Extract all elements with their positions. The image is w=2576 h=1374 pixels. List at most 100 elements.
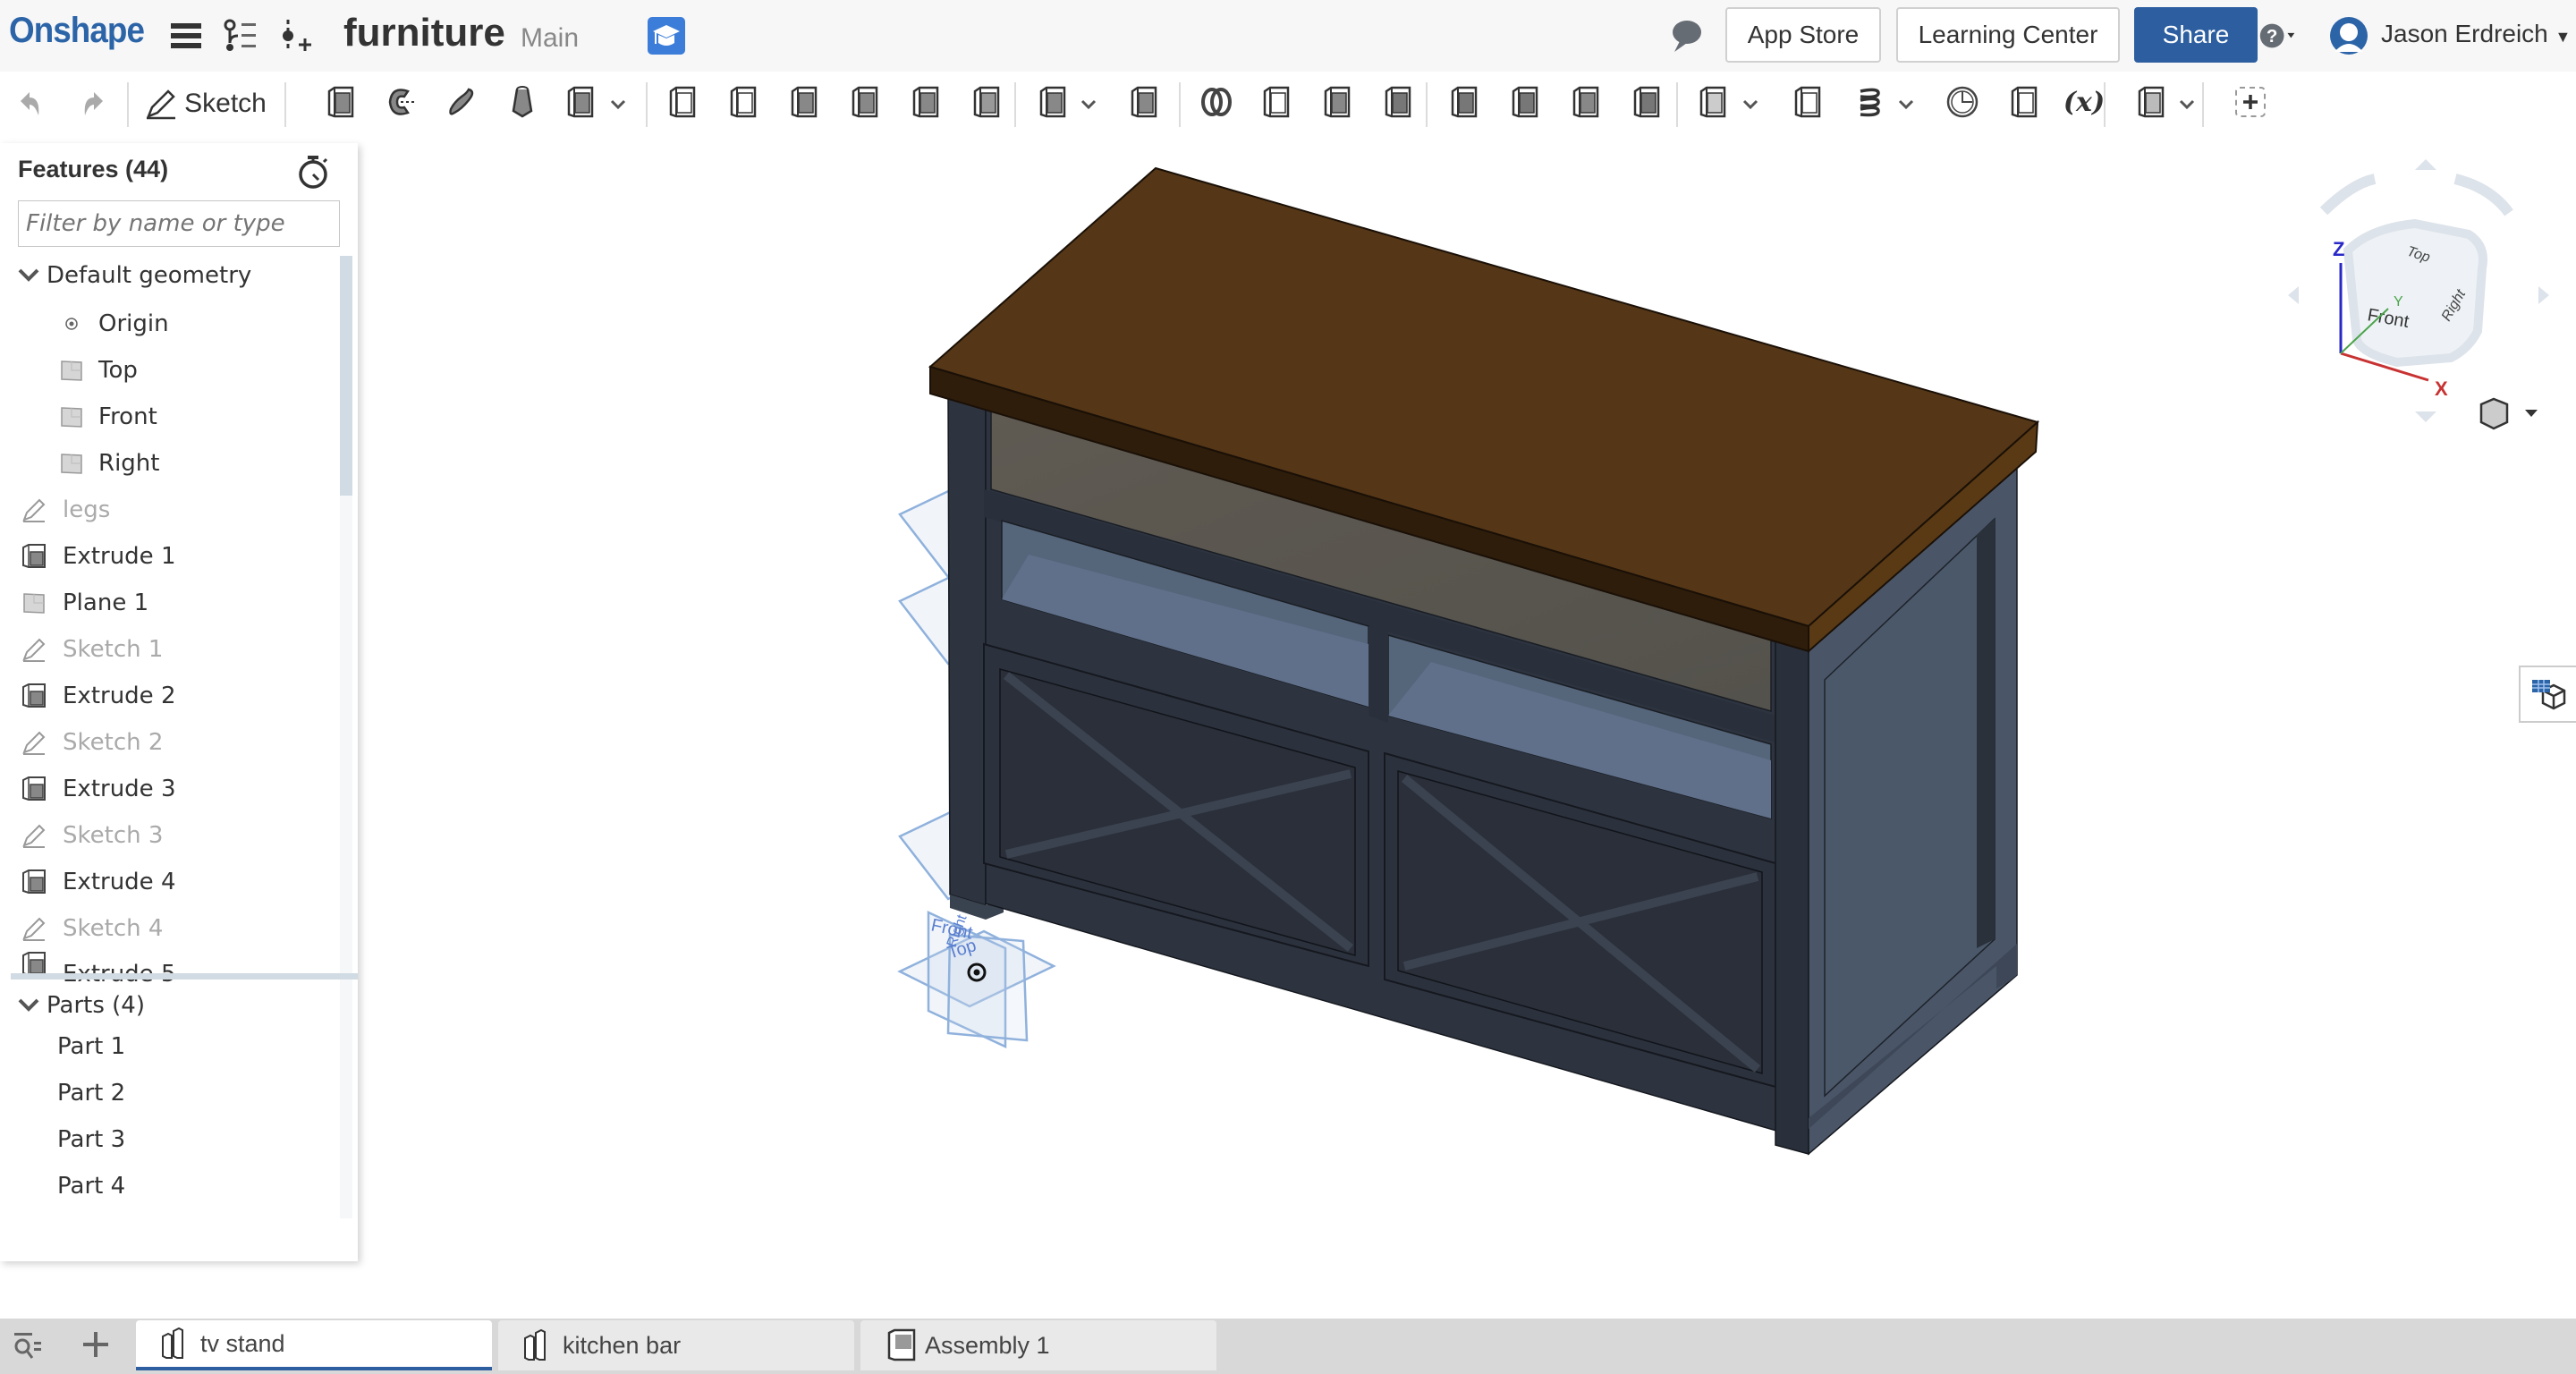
derived-tool[interactable]: [2004, 81, 2046, 127]
app-store-button[interactable]: App Store: [1725, 7, 1881, 63]
document-title[interactable]: furniture: [343, 11, 505, 55]
learning-badge-icon[interactable]: [648, 17, 685, 55]
feature-list-item[interactable]: legs: [0, 487, 338, 533]
chamfer-tool[interactable]: [723, 81, 766, 127]
feature-scrollbar-thumb[interactable]: [340, 256, 352, 496]
chevron-down-icon[interactable]: [2177, 91, 2197, 118]
loft-tool[interactable]: [501, 81, 544, 127]
part-list-item[interactable]: Part 3: [0, 1116, 338, 1163]
mirror-icon: [1127, 84, 1163, 124]
rib-tool[interactable]: [844, 81, 887, 127]
part-list-item[interactable]: Part 1: [0, 1023, 338, 1070]
feature-list-item[interactable]: Sketch 3: [0, 812, 338, 859]
move-face-tool[interactable]: [1444, 81, 1487, 127]
transform-tool[interactable]: [1317, 81, 1360, 127]
configuration-panel-button[interactable]: [2519, 666, 2576, 723]
chevron-down-icon[interactable]: [1896, 91, 1916, 118]
view-options-dropdown[interactable]: [2479, 397, 2538, 430]
shell-tool[interactable]: [905, 81, 948, 127]
fillet-tool[interactable]: [662, 81, 705, 127]
default-geometry-item[interactable]: Origin: [0, 301, 338, 347]
rotate-down-arrow[interactable]: [2415, 411, 2436, 422]
delete-part-tool[interactable]: [1377, 81, 1420, 127]
add-custom-feature-icon: [2233, 84, 2268, 124]
mirror-tool[interactable]: [1123, 81, 1166, 127]
document-tab[interactable]: tv stand: [136, 1320, 492, 1370]
part-label: Part 2: [57, 1080, 126, 1107]
rotate-left-arrow[interactable]: [2288, 286, 2299, 304]
split-tool[interactable]: [1256, 81, 1299, 127]
add-tab-icon[interactable]: [80, 1329, 113, 1361]
document-tab[interactable]: kitchen bar: [498, 1320, 854, 1370]
rotate-right-arrow[interactable]: [2538, 286, 2549, 304]
plane-tool[interactable]: [1692, 81, 1735, 127]
chevron-down-icon[interactable]: [1741, 91, 1760, 118]
sweep-tool[interactable]: [440, 81, 483, 127]
add-custom-feature-tool[interactable]: [2229, 81, 2272, 127]
view-cube[interactable]: Top Front Right Z X Y: [2288, 159, 2549, 422]
branch-name[interactable]: Main: [521, 23, 579, 54]
replace-face-tool[interactable]: [1626, 81, 1669, 127]
mass-properties-tool[interactable]: [1941, 81, 1984, 127]
model-canvas[interactable]: Front Top Right Top Front Right Z X Y: [0, 138, 2576, 1319]
user-avatar-icon[interactable]: [2329, 16, 2368, 55]
feature-list-item[interactable]: Extrude 4: [0, 859, 338, 905]
feature-filter-input[interactable]: [18, 200, 340, 247]
comments-icon[interactable]: [1667, 16, 1707, 55]
default-geometry-group[interactable]: Default geometry: [0, 252, 338, 299]
delete-face-tool[interactable]: [1504, 81, 1547, 127]
extrude-tool[interactable]: [320, 81, 363, 127]
tv-stand-model[interactable]: [928, 166, 2040, 1156]
document-tab[interactable]: Assembly 1: [860, 1320, 1216, 1370]
offset-surface-tool[interactable]: [1565, 81, 1608, 127]
rotate-up-arrow[interactable]: [2415, 159, 2436, 170]
undo-icon[interactable]: [13, 81, 48, 127]
default-geometry-item[interactable]: Top: [0, 347, 338, 394]
chevron-down-icon[interactable]: [608, 91, 628, 118]
user-name-menu[interactable]: Jason Erdreich ▼: [2381, 20, 2571, 48]
feature-list-item[interactable]: Plane 1: [0, 580, 338, 626]
chevron-down-icon[interactable]: [16, 263, 41, 288]
feature-list-item[interactable]: Sketch 1: [0, 626, 338, 673]
help-icon[interactable]: ?: [2259, 16, 2299, 55]
feature-list-item[interactable]: Extrude 3: [0, 766, 338, 812]
thicken-tool[interactable]: [560, 81, 603, 127]
feature-list-item[interactable]: Extrude 2: [0, 673, 338, 719]
panel-splitter[interactable]: [11, 973, 358, 980]
menu-icon[interactable]: [166, 16, 206, 55]
linear-pattern-tool[interactable]: [1032, 81, 1075, 127]
rotate-ccw-arrow[interactable]: [2319, 174, 2377, 216]
stopwatch-icon[interactable]: [297, 154, 329, 190]
onshape-logo[interactable]: Onshape: [9, 11, 145, 51]
hole-tool[interactable]: [966, 81, 1009, 127]
split-icon: [1259, 84, 1295, 124]
default-geometry-item[interactable]: Front: [0, 394, 338, 440]
feature-list-item[interactable]: Sketch 4: [0, 905, 338, 952]
feature-list-item[interactable]: Sketch 2: [0, 719, 338, 766]
chevron-down-icon[interactable]: [16, 993, 41, 1018]
rotate-cw-arrow[interactable]: [2453, 174, 2513, 216]
redo-icon[interactable]: [75, 81, 111, 127]
learning-center-button[interactable]: Learning Center: [1896, 7, 2120, 63]
graphics-viewport[interactable]: Front Top Right Top Front Right Z X Y: [0, 138, 2576, 1319]
default-geometry-item[interactable]: Right: [0, 440, 338, 487]
boolean-tool[interactable]: [1195, 81, 1238, 127]
variable-tool[interactable]: (x): [2063, 81, 2106, 127]
revolve-tool[interactable]: [379, 81, 422, 127]
parts-group[interactable]: Parts (4): [0, 982, 338, 1029]
draft-tool[interactable]: [784, 81, 826, 127]
part-list-item[interactable]: Part 2: [0, 1070, 338, 1116]
part-list-item[interactable]: Part 4: [0, 1163, 338, 1209]
sketch-button[interactable]: Sketch: [143, 81, 268, 127]
mate-connector-tool[interactable]: [1787, 81, 1830, 127]
offset-surface-icon: [1569, 84, 1605, 124]
chevron-down-icon[interactable]: [1079, 91, 1098, 118]
parts-scrollbar-track[interactable]: [340, 988, 352, 1218]
version-history-icon[interactable]: [220, 16, 259, 55]
insert-icon[interactable]: [277, 16, 317, 55]
tab-manager-icon[interactable]: [13, 1331, 48, 1361]
sheet-metal-tool[interactable]: [2131, 81, 2174, 127]
share-button[interactable]: Share: [2134, 7, 2258, 63]
feature-list-item[interactable]: Extrude 1: [0, 533, 338, 580]
helix-tool[interactable]: [1848, 81, 1891, 127]
